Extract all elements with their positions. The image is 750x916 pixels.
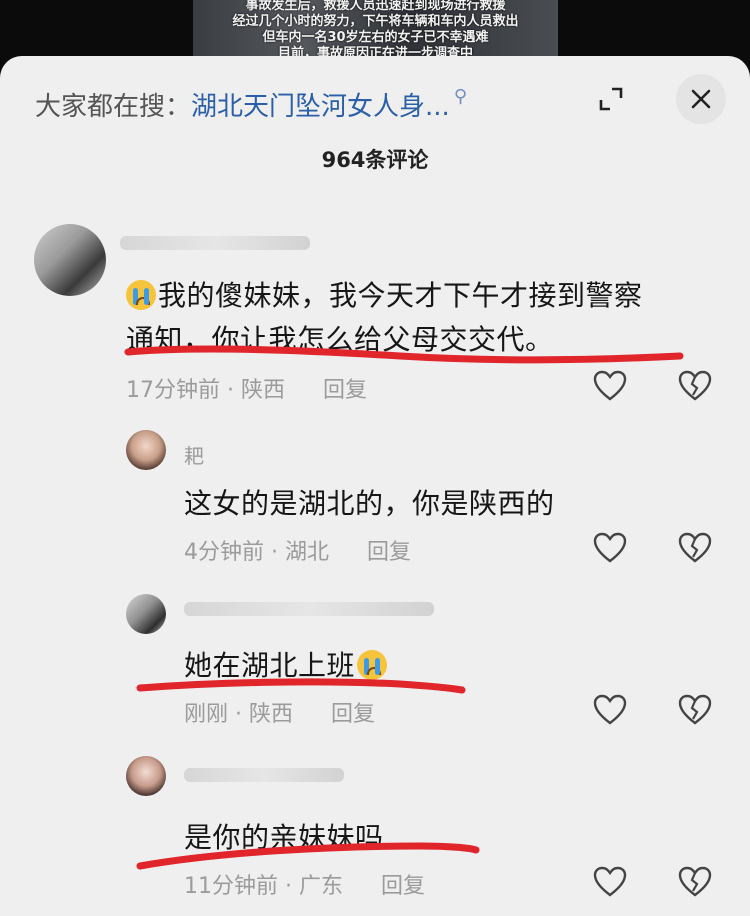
reply-button[interactable]: 回复 [381, 874, 425, 899]
like-heart-icon[interactable] [593, 694, 627, 726]
comment-text: 这女的是湖北的，你是陕西的 [184, 487, 555, 520]
comment-meta: 11分钟前 · 广东 回复 [184, 868, 425, 900]
comments-sheet: 大家都在搜：湖北天门坠河女人身... ⚲ 964条评论 我的傻妹妹，我今天才下午才… [0, 56, 750, 916]
dislike-heart-icon[interactable] [678, 694, 712, 726]
time-location: 刚刚 · 陕西 [184, 702, 293, 727]
reply-button[interactable]: 回复 [323, 378, 367, 403]
time-location: 11分钟前 · 广东 [184, 874, 343, 899]
search-icon[interactable]: ⚲ [454, 86, 467, 107]
avatar[interactable] [126, 594, 166, 634]
video-preview[interactable]: 事故发生后，救援人员迅速赶到现场进行救援 经过几个小时的努力，下午将车辆和车内人… [193, 0, 558, 62]
comment-text-line: 她在湖北上班 [184, 649, 356, 682]
avatar[interactable] [34, 224, 106, 296]
time-location: 4分钟前 · 湖北 [184, 540, 329, 565]
like-heart-icon[interactable] [593, 370, 627, 402]
expand-icon [599, 87, 623, 111]
comment-text: 是你的亲妹妹吗 [184, 821, 384, 854]
expand-button[interactable] [586, 74, 636, 124]
crying-emoji-icon [357, 650, 388, 680]
time-location: 17分钟前 · 陕西 [126, 378, 285, 403]
close-button[interactable] [676, 74, 726, 124]
dislike-heart-icon[interactable] [678, 532, 712, 564]
comment-text: 我的傻妹妹，我今天才下午才接到警察 [126, 274, 643, 314]
like-heart-icon[interactable] [593, 866, 627, 898]
avatar[interactable] [126, 430, 166, 470]
search-suggestion[interactable]: 大家都在搜：湖北天门坠河女人身... ⚲ [35, 86, 467, 126]
username-blurred[interactable] [120, 236, 310, 250]
close-icon [691, 89, 711, 109]
avatar[interactable] [126, 756, 166, 796]
crying-emoji-icon [126, 280, 156, 310]
comment-meta: 刚刚 · 陕西 回复 [184, 696, 375, 728]
dislike-heart-icon[interactable] [678, 866, 712, 898]
reply-button[interactable]: 回复 [331, 702, 375, 727]
username-blurred[interactable] [184, 602, 434, 616]
comment-text-line: 我的傻妹妹，我今天才下午才接到警察 [158, 279, 643, 312]
like-heart-icon[interactable] [593, 532, 627, 564]
comment-text: 她在湖北上班 [184, 644, 389, 684]
dislike-heart-icon[interactable] [678, 370, 712, 402]
comment-text-line: 通知，你让我怎么给父母交交代。 [126, 323, 554, 356]
comment-meta: 4分钟前 · 湖北 回复 [184, 534, 411, 566]
search-prefix: 大家都在搜： [35, 92, 192, 122]
comment-count: 964条评论 [321, 148, 429, 172]
comment-meta: 17分钟前 · 陕西 回复 [126, 372, 367, 404]
username-blurred[interactable] [184, 768, 344, 782]
reply-button[interactable]: 回复 [367, 540, 411, 565]
username[interactable]: 耙 [184, 440, 204, 469]
search-keyword[interactable]: 湖北天门坠河女人身... [191, 92, 450, 122]
